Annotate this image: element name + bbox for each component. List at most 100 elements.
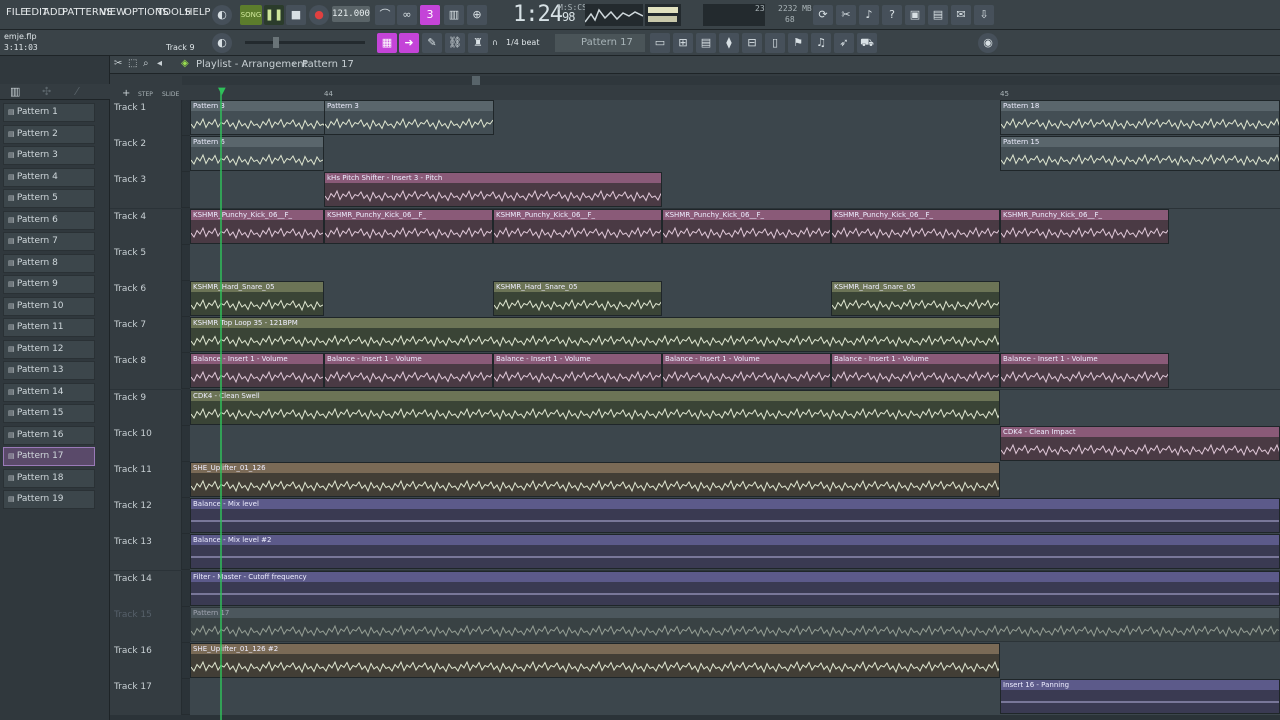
pattern-list-item[interactable]: Pattern 5 [3, 189, 95, 208]
track-lane[interactable] [190, 244, 1280, 281]
clip[interactable]: KSHMR_Punchy_Kick_06__F_ [1000, 208, 1169, 244]
clip[interactable]: SHE_Uplifter_01_126 [190, 462, 1000, 497]
track-name[interactable]: Track 5 [110, 244, 182, 281]
tweaker-icon[interactable]: ➶ [834, 33, 854, 53]
browser-view-icon[interactable]: ⊟ [742, 33, 762, 53]
track-lane[interactable]: Pattern 17 [190, 606, 1280, 643]
clip[interactable]: Pattern 15 [1000, 136, 1280, 172]
track-lane[interactable]: kHs Pitch Shifter - Insert 3 - Pitch [190, 172, 1280, 209]
clip[interactable]: KSHMR_Hard_Snare_05 [493, 281, 662, 316]
menu-view[interactable]: VIEW [100, 7, 126, 18]
track-name[interactable]: Track 9 [110, 389, 182, 426]
clip[interactable]: Balance - Insert 1 - Volume [493, 353, 662, 389]
clip[interactable]: Pattern 17 [190, 606, 1280, 642]
track-lane[interactable]: Insert 16 - Panning [190, 679, 1280, 716]
pattern-list-item[interactable]: Pattern 11 [3, 318, 95, 337]
select-tool-icon[interactable]: ⬚ [128, 58, 137, 69]
add-icon[interactable]: ✣ [42, 85, 51, 98]
pattern-list-item[interactable]: Pattern 16 [3, 425, 95, 445]
track-lane[interactable]: KSHMR_Hard_Snare_05 KSHMR_Hard_Snare_05 KS… [190, 281, 1280, 317]
step-edit-icon[interactable]: ▥ [444, 5, 464, 25]
clip[interactable]: Balance - Insert 1 - Volume [831, 353, 1000, 389]
edit-icon[interactable]: ⁄ [76, 85, 78, 98]
playhead[interactable] [220, 88, 222, 720]
clip[interactable]: KSHMR_Hard_Snare_05 [190, 281, 324, 316]
clip[interactable]: Balance - Insert 1 - Volume [662, 353, 831, 389]
blend-notes-icon[interactable]: ⊕ [467, 5, 487, 25]
clip[interactable]: KSHMR_Punchy_Kick_06__F_ [831, 208, 1000, 244]
snap-arrow-icon[interactable]: ➜ [399, 33, 419, 53]
snap-selector[interactable]: 1/4 beat [506, 38, 539, 47]
pattern-list-item[interactable]: Pattern 4 [3, 167, 95, 187]
online-globe-icon[interactable]: ◉ [978, 33, 998, 53]
clip[interactable]: KSHMR_Punchy_Kick_06__F_ [662, 208, 831, 244]
track-name[interactable]: Track 17 [110, 679, 182, 716]
pattern-list-item[interactable]: Pattern 6 [3, 210, 95, 230]
pattern-list-item[interactable]: Pattern 7 [3, 232, 95, 251]
pattern-list-item[interactable]: Pattern 14 [3, 382, 95, 402]
track-lane[interactable]: Balance - Mix level #2 [190, 534, 1280, 571]
undo-history-icon[interactable]: ⟳ [813, 5, 833, 25]
piano-icon[interactable]: ▥ [10, 85, 20, 98]
tempo-display[interactable]: 121.000 [332, 6, 370, 22]
track-name[interactable]: Track 10 [110, 425, 182, 462]
wait-input-icon[interactable]: ∞ [397, 5, 417, 25]
record-button[interactable]: ● [309, 5, 329, 25]
clip[interactable]: Balance - Insert 1 - Volume [1000, 353, 1169, 389]
track-lane[interactable]: Balance - Insert 1 - Volume Balance - Ins… [190, 353, 1280, 390]
track-lane[interactable]: KSHMR_Punchy_Kick_06__F_ KSHMR_Punchy_Kic… [190, 208, 1280, 245]
clip[interactable]: KSHMR Top Loop 35 - 121BPM [190, 317, 1000, 353]
pattern-list-item[interactable]: Pattern 2 [3, 124, 95, 144]
stamp-icon[interactable]: ♜ [468, 33, 488, 53]
horizontal-scrollbar[interactable] [182, 76, 1280, 85]
clip[interactable]: Pattern 3 [190, 100, 330, 135]
track-name[interactable]: Track 3 [110, 172, 182, 209]
mixer-icon[interactable]: ▤ [928, 5, 948, 25]
link-icon[interactable]: ⛓ [445, 33, 465, 53]
pattern-list-item[interactable]: Pattern 17 [3, 447, 95, 466]
track-name[interactable]: Track 6 [110, 281, 182, 317]
track-name[interactable]: Track 4 [110, 208, 182, 245]
pattern-list-item[interactable]: Pattern 19 [3, 490, 95, 509]
track-lane[interactable]: CDK4 - Clean Swell [190, 389, 1280, 426]
clip[interactable]: SHE_Uplifter_01_126 #2 [190, 643, 1000, 678]
menu-file[interactable]: FILE [6, 7, 27, 18]
clip[interactable]: Balance - Mix level [190, 498, 1280, 534]
piano-roll-icon[interactable]: ▤ [696, 33, 716, 53]
microphone-icon[interactable]: ♪ [859, 5, 879, 25]
clip[interactable]: Pattern 6 [190, 136, 324, 172]
download-icon[interactable]: ⇩ [974, 5, 994, 25]
track-name[interactable]: Track 2 [110, 136, 182, 173]
track-name[interactable]: Track 13 [110, 534, 182, 571]
track-name[interactable]: Track 16 [110, 643, 182, 679]
touch-controller-icon[interactable]: ♫ [811, 33, 831, 53]
pattern-list-item[interactable]: Pattern 3 [3, 146, 95, 165]
track-lane[interactable]: SHE_Uplifter_01_126 [190, 462, 1280, 498]
master-pitch-slider[interactable] [245, 37, 365, 48]
track-lane[interactable]: KSHMR Top Loop 35 - 121BPM [190, 317, 1280, 354]
help-icon[interactable]: ? [882, 5, 902, 25]
pattern-list-item[interactable]: Pattern 9 [3, 275, 95, 294]
cut-tool-icon[interactable]: ✂ [836, 5, 856, 25]
pattern-list-item[interactable]: Pattern 18 [3, 468, 95, 488]
clip[interactable]: Balance - Insert 1 - Volume [324, 353, 493, 389]
channel-rack-icon[interactable]: ⊞ [673, 33, 693, 53]
clip[interactable]: kHs Pitch Shifter - Insert 3 - Pitch [324, 172, 662, 208]
clip[interactable]: KSHMR_Punchy_Kick_06__F_ [493, 208, 662, 244]
save-icon[interactable]: ▣ [905, 5, 925, 25]
mixer-view-icon[interactable]: ⧫ [719, 33, 739, 53]
pattern-list-item[interactable]: Pattern 8 [3, 253, 95, 273]
track-name[interactable]: Track 1 [110, 100, 182, 136]
clip[interactable]: KSHMR_Punchy_Kick_06__F_ [324, 208, 493, 244]
clip[interactable]: Balance - Insert 1 - Volume [190, 353, 324, 389]
pattern-selector[interactable]: Pattern 17 [555, 34, 645, 52]
track-lane[interactable]: CDK4 - Clean Impact [190, 425, 1280, 462]
master-volume-knob[interactable]: ◐ [212, 5, 232, 25]
zoom-tool-icon[interactable]: ⌕ [143, 58, 149, 69]
playback-tool-icon[interactable]: ◂ [157, 58, 162, 69]
track-lane[interactable]: Pattern 3 Pattern 3 Pattern 18 [190, 100, 1280, 136]
timeline-ruler[interactable]: + STEP SLIDE 44 45 ▼ [110, 74, 1280, 100]
clip[interactable]: Insert 16 - Panning [1000, 679, 1280, 715]
pattern-list-item[interactable]: Pattern 13 [3, 361, 95, 380]
clip[interactable]: Pattern 3 [324, 100, 494, 135]
